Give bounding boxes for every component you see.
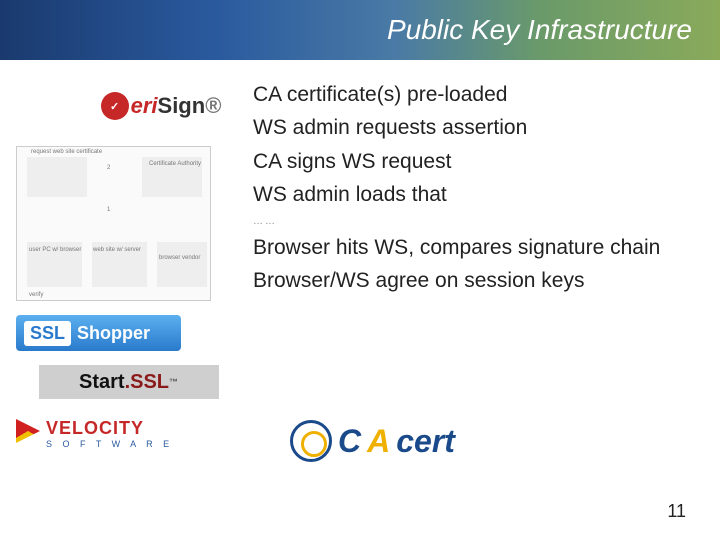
page-number: 11 — [667, 501, 686, 522]
checkmark-icon: ✓ — [101, 92, 129, 120]
cacert-rest: cert — [396, 423, 455, 460]
trademark-icon: ™ — [169, 377, 178, 387]
shopper-text: Shopper — [77, 323, 150, 344]
divider-dots: …… — [253, 216, 700, 227]
startssl-logo: Start.SSL™ — [39, 365, 219, 399]
bullet-5: Browser hits WS, compares signature chai… — [253, 233, 700, 262]
bullet-1: CA certificate(s) pre-loaded — [253, 80, 700, 109]
velocity-text: VELOCITY — [46, 418, 144, 439]
velocity-subtext: S O F T W A R E — [46, 439, 173, 449]
cacert-a: A — [367, 423, 390, 460]
bullet-6: Browser/WS agree on session keys — [253, 266, 700, 295]
velocity-logo: VELOCITY S O F T W A R E — [16, 413, 216, 453]
left-column: ✓ eriSign® request web site certificate … — [16, 80, 241, 453]
bullet-4: WS admin loads that — [253, 180, 700, 209]
cacert-globe-icon — [290, 420, 332, 462]
verisign-logo: ✓ eriSign® — [71, 80, 251, 132]
dotssl-text: .SSL — [125, 371, 169, 394]
pki-diagram: request web site certificate Certificate… — [16, 146, 211, 301]
right-column: CA certificate(s) pre-loaded WS admin re… — [241, 80, 720, 453]
cacert-logo: CAcert — [290, 420, 455, 462]
bullet-3: CA signs WS request — [253, 147, 700, 176]
start-text: Start — [79, 371, 125, 394]
cacert-c: C — [338, 423, 361, 460]
content-area: ✓ eriSign® request web site certificate … — [0, 60, 720, 453]
bullet-2: WS admin requests assertion — [253, 113, 700, 142]
sslshopper-logo: SSL Shopper — [16, 315, 181, 351]
ssl-badge: SSL — [24, 321, 71, 346]
slide-title: Public Key Infrastructure — [387, 14, 692, 46]
header-bar: Public Key Infrastructure — [0, 0, 720, 60]
